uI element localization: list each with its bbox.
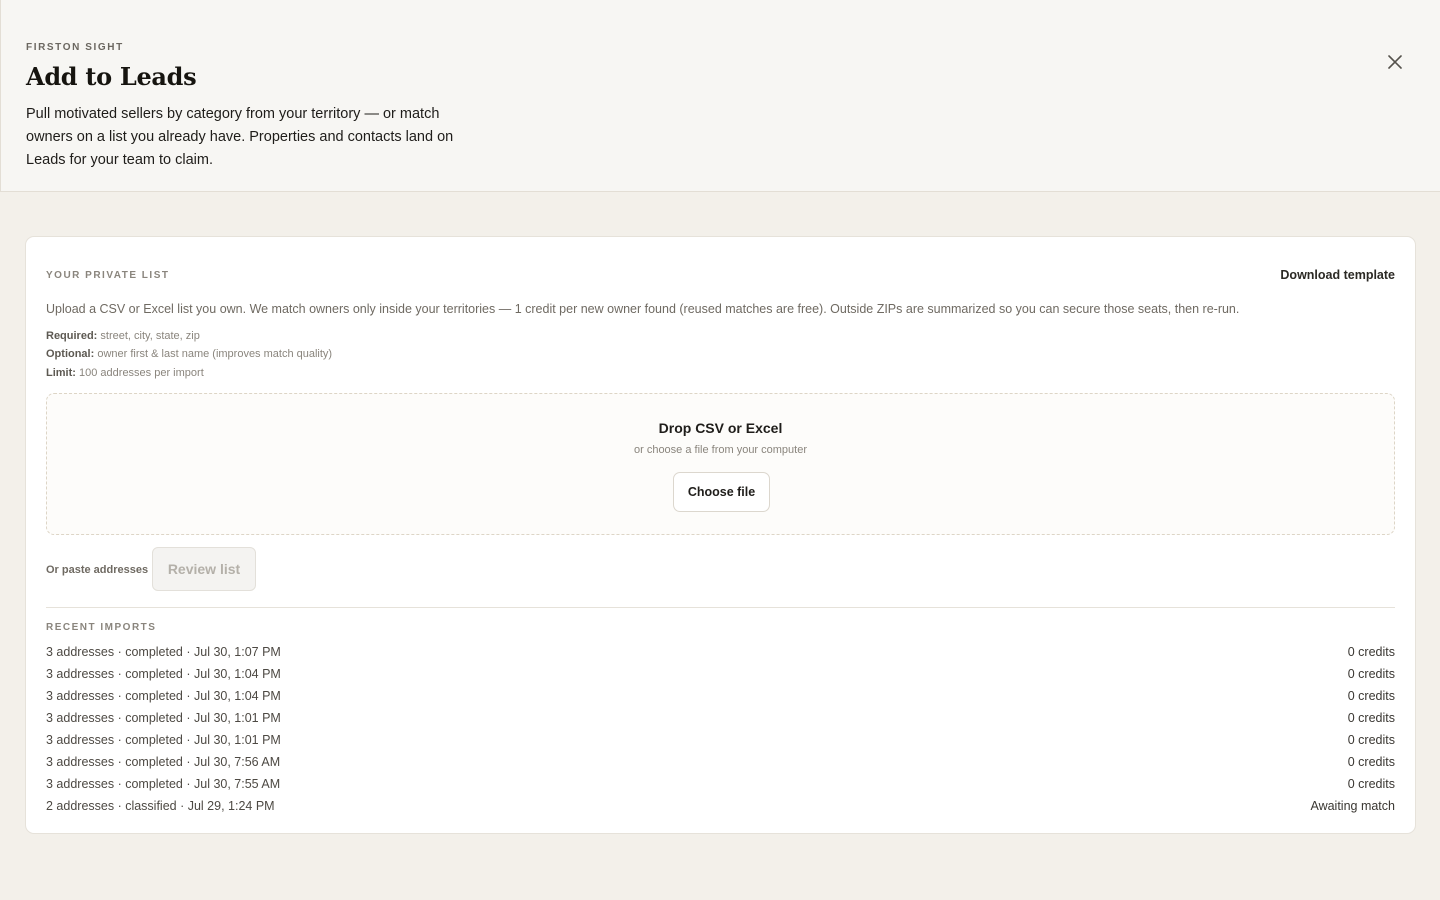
private-list-card: YOUR PRIVATE LIST Download template Uplo… [25, 236, 1416, 834]
requirement-value: street, city, state, zip [100, 330, 200, 342]
dropzone-subtitle: or choose a file from your computer [633, 444, 808, 456]
page-title: Add to Leads [26, 62, 197, 91]
import-summary: 3 addresses · completed · Jul 30, 1:07 P… [46, 645, 281, 659]
requirement-key: Required: [46, 330, 98, 342]
import-row: 3 addresses · completed · Jul 30, 1:04 P… [46, 685, 1395, 707]
import-status: 0 credits [1347, 733, 1395, 747]
choose-file-button[interactable]: Choose file [673, 472, 770, 512]
requirement-optional: Optional: owner first & last name (impro… [46, 347, 332, 361]
divider [46, 607, 1395, 608]
import-row: 3 addresses · completed · Jul 30, 1:01 P… [46, 707, 1395, 729]
import-summary: 3 addresses · completed · Jul 30, 7:56 A… [46, 755, 281, 769]
file-dropzone[interactable]: Drop CSV or Excel or choose a file from … [46, 393, 1395, 535]
import-summary: 3 addresses · completed · Jul 30, 1:04 P… [46, 689, 281, 703]
paste-addresses-label: Or paste addresses [46, 564, 149, 576]
import-status: Awaiting match [1310, 799, 1395, 813]
import-status: 0 credits [1347, 667, 1395, 681]
import-summary: 3 addresses · completed · Jul 30, 1:04 P… [46, 667, 281, 681]
recent-imports-list: 3 addresses · completed · Jul 30, 1:07 P… [46, 641, 1395, 817]
import-row: 3 addresses · completed · Jul 30, 1:07 P… [46, 641, 1395, 663]
import-row: 3 addresses · completed · Jul 30, 1:01 P… [46, 729, 1395, 751]
close-button[interactable] [1384, 51, 1406, 73]
section-label: YOUR PRIVATE LIST [46, 270, 170, 281]
import-status: 0 credits [1347, 777, 1395, 791]
import-row: 3 addresses · completed · Jul 30, 7:55 A… [46, 773, 1395, 795]
close-icon [1388, 55, 1402, 69]
import-status: 0 credits [1347, 689, 1395, 703]
page-description: Pull motivated sellers by category from … [26, 106, 454, 168]
import-row: 2 addresses · classified · Jul 29, 1:24 … [46, 795, 1395, 817]
recent-imports-label: RECENT IMPORTS [46, 622, 157, 633]
import-summary: 2 addresses · classified · Jul 29, 1:24 … [46, 799, 275, 813]
import-status: 0 credits [1347, 711, 1395, 725]
upload-instructions: Upload a CSV or Excel list you own. We m… [46, 302, 1240, 316]
import-summary: 3 addresses · completed · Jul 30, 1:01 P… [46, 733, 281, 747]
import-status: 0 credits [1347, 755, 1395, 769]
import-row: 3 addresses · completed · Jul 30, 1:04 P… [46, 663, 1395, 685]
import-summary: 3 addresses · completed · Jul 30, 7:55 A… [46, 777, 281, 791]
requirement-limit: Limit: 100 addresses per import [46, 366, 204, 380]
requirement-key: Limit: [46, 367, 76, 379]
requirement-required: Required: street, city, state, zip [46, 329, 200, 343]
import-summary: 3 addresses · completed · Jul 30, 1:01 P… [46, 711, 281, 725]
dropzone-title: Drop CSV or Excel [658, 420, 783, 436]
review-list-button[interactable]: Review list [152, 547, 256, 591]
page-header: FIRSTON SIGHT Add to Leads Pull motivate… [0, 0, 1440, 192]
requirement-value: 100 addresses per import [79, 367, 204, 379]
download-template-link[interactable]: Download template [1280, 268, 1395, 282]
import-status: 0 credits [1347, 645, 1395, 659]
brand-eyebrow: FIRSTON SIGHT [26, 42, 124, 53]
requirement-value: owner first & last name (improves match … [97, 348, 333, 360]
import-row: 3 addresses · completed · Jul 30, 7:56 A… [46, 751, 1395, 773]
requirement-key: Optional: [46, 348, 95, 360]
